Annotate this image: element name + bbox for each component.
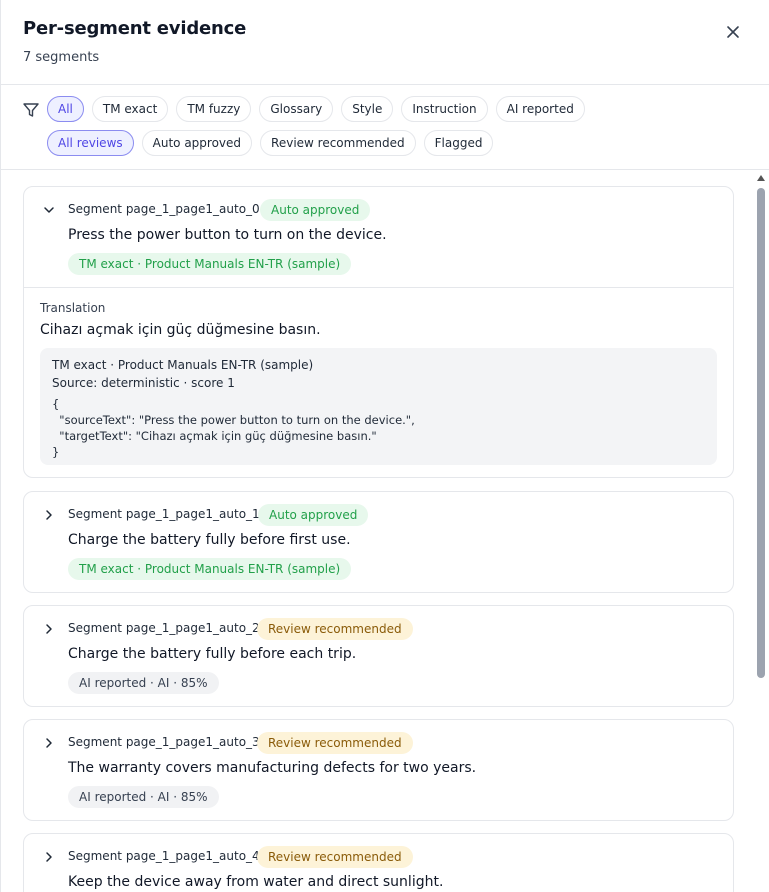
scroll-up-arrow-icon[interactable] (757, 175, 765, 181)
segment-id: Segment page_1_page1_auto_2 (68, 621, 260, 635)
expand-button[interactable] (42, 736, 56, 750)
segment-card: Segment page_1_page1_auto_3 Review recom… (23, 719, 734, 821)
chevron-right-icon (46, 738, 52, 748)
expand-button[interactable] (42, 850, 56, 864)
evidence-tag: AI reported · AI · 85% (68, 672, 219, 694)
type-filter-chips: All TM exact TM fuzzy Glossary Style Ins… (47, 96, 585, 122)
scrollbar-thumb[interactable] (757, 188, 765, 678)
review-filter-chips: All reviews Auto approved Review recomme… (47, 130, 494, 156)
status-badge: Review recommended (257, 618, 413, 640)
status-badge: Review recommended (257, 732, 413, 754)
chevron-right-icon (46, 624, 52, 634)
segment-card-header[interactable]: Segment page_1_page1_auto_0 Auto approve… (24, 187, 733, 287)
expand-button[interactable] (42, 508, 56, 522)
source-text: Keep the device away from water and dire… (68, 874, 444, 890)
segment-card-header[interactable]: Segment page_1_page1_auto_2 Review recom… (24, 606, 733, 706)
filter-chip-style[interactable]: Style (341, 96, 394, 122)
segment-id: Segment page_1_page1_auto_0 (68, 202, 260, 216)
filter-bar: All TM exact TM fuzzy Glossary Style Ins… (1, 86, 769, 170)
filter-chip-review-recommended[interactable]: Review recommended (260, 130, 416, 156)
chevron-right-icon (46, 852, 52, 862)
close-button[interactable] (721, 20, 745, 44)
status-badge: Auto approved (260, 199, 371, 221)
segment-id: Segment page_1_page1_auto_4 (68, 849, 260, 863)
chevron-down-icon (44, 207, 54, 213)
filter-chip-ai-reported[interactable]: AI reported (495, 96, 585, 122)
evidence-tag: TM exact · Product Manuals EN-TR (sample… (68, 558, 352, 580)
expand-button[interactable] (42, 622, 56, 636)
scrollbar[interactable] (755, 171, 767, 892)
dialog-title: Per-segment evidence (23, 18, 247, 39)
segment-card: Segment page_1_page1_auto_2 Review recom… (23, 605, 734, 707)
evidence-source: Source: deterministic · score 1 (52, 376, 235, 390)
segment-details: Translation Cihazı açmak için güç düğmes… (24, 287, 733, 477)
segment-card-header[interactable]: Segment page_1_page1_auto_4 Review recom… (24, 834, 733, 892)
filter-chip-instruction[interactable]: Instruction (401, 96, 488, 122)
filter-icon (23, 103, 39, 117)
filter-chip-glossary[interactable]: Glossary (259, 96, 334, 122)
source-text: The warranty covers manufacturing defect… (68, 760, 477, 776)
segment-card-header[interactable]: Segment page_1_page1_auto_1 Auto approve… (24, 492, 733, 592)
segment-card: Segment page_1_page1_auto_1 Auto approve… (23, 491, 734, 593)
segment-card: Segment page_1_page1_auto_0 Auto approve… (23, 186, 734, 478)
evidence-title: TM exact · Product Manuals EN-TR (sample… (52, 358, 314, 372)
source-text: Press the power button to turn on the de… (68, 227, 387, 243)
evidence-tag: TM exact · Product Manuals EN-TR (sample… (68, 253, 352, 275)
filter-chip-all[interactable]: All (47, 96, 84, 122)
status-badge: Auto approved (258, 504, 369, 526)
evidence-tag: AI reported · AI · 85% (68, 786, 219, 808)
filter-chip-tm-exact[interactable]: TM exact (91, 96, 169, 122)
status-badge: Review recommended (257, 846, 413, 868)
segment-count: 7 segments (23, 50, 100, 65)
evidence-json: { "sourceText": "Press the power button … (52, 397, 415, 459)
evidence-box: TM exact · Product Manuals EN-TR (sample… (40, 348, 717, 465)
filter-chip-flagged[interactable]: Flagged (423, 130, 494, 156)
segment-card: Segment page_1_page1_auto_4 Review recom… (23, 833, 734, 892)
filter-chip-all-reviews[interactable]: All reviews (47, 130, 134, 156)
segment-id: Segment page_1_page1_auto_3 (68, 735, 260, 749)
collapse-button[interactable] (42, 203, 56, 217)
translation-text: Cihazı açmak için güç düğmesine basın. (40, 322, 321, 338)
source-text: Charge the battery fully before first us… (68, 532, 351, 548)
source-text: Charge the battery fully before each tri… (68, 646, 357, 662)
dialog-header: Per-segment evidence 7 segments (1, 0, 769, 85)
segment-id: Segment page_1_page1_auto_1 (68, 507, 260, 521)
segment-card-header[interactable]: Segment page_1_page1_auto_3 Review recom… (24, 720, 733, 820)
filter-chip-tm-fuzzy[interactable]: TM fuzzy (176, 96, 252, 122)
translation-label: Translation (40, 301, 106, 315)
segment-list[interactable]: Segment page_1_page1_auto_0 Auto approve… (1, 171, 769, 892)
close-icon (727, 26, 739, 38)
filter-chip-auto-approved[interactable]: Auto approved (141, 130, 253, 156)
chevron-right-icon (46, 510, 52, 520)
evidence-dialog: Per-segment evidence 7 segments All TM e… (0, 0, 769, 892)
